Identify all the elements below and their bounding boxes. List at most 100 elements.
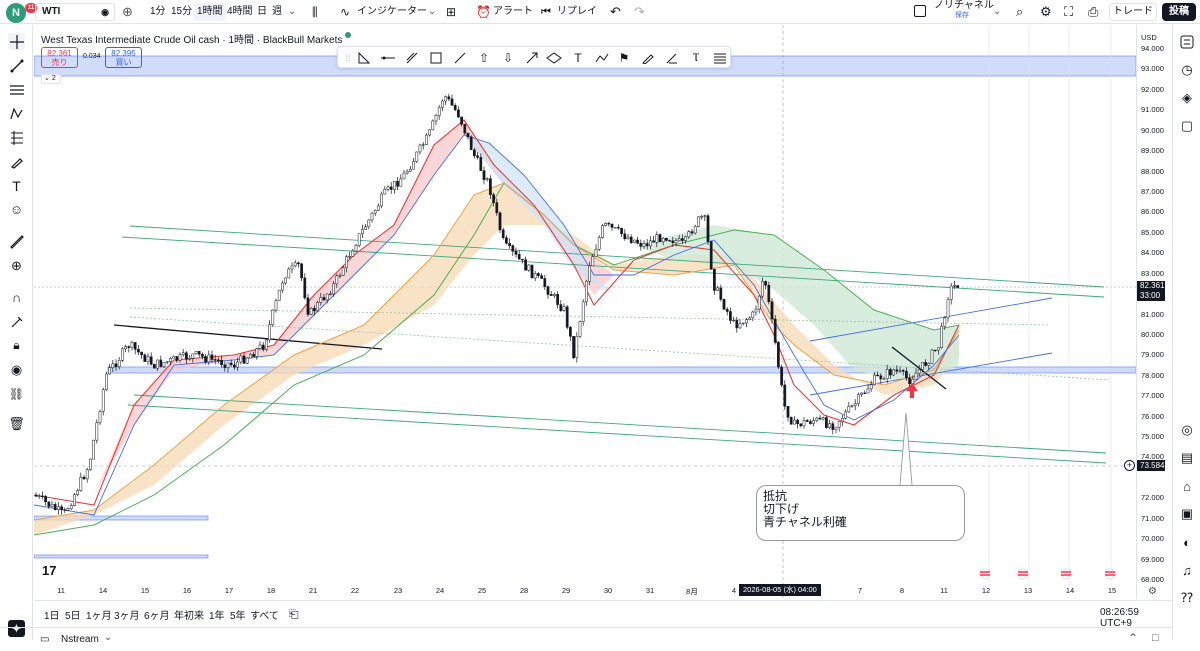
watchlist-icon[interactable]	[1178, 33, 1196, 51]
range-button[interactable]: 1年	[209, 607, 225, 622]
ruler-icon[interactable]	[8, 233, 25, 250]
text-tool-icon[interactable]: T	[8, 177, 25, 194]
add-symbol-icon[interactable]: ⊕	[122, 3, 133, 21]
search-icon[interactable]: ⌕	[1016, 3, 1023, 21]
replay-icon[interactable]: ⏮	[541, 3, 551, 21]
axis-settings-icon[interactable]: ⚙	[1148, 586, 1157, 597]
screener-icon[interactable]: ▣	[1178, 505, 1196, 523]
flag-icon[interactable]: ⚑	[616, 50, 632, 66]
pattern-icon[interactable]	[8, 105, 25, 122]
legend-collapse[interactable]: ⌄ 2	[41, 74, 61, 84]
range-button[interactable]: 5年	[230, 607, 246, 622]
camera-icon[interactable]: ⎙	[1088, 3, 1098, 21]
link-icon[interactable]: ⛓	[8, 385, 25, 402]
interval-4h[interactable]: 4時間	[227, 3, 253, 21]
interval-1d[interactable]: 日	[257, 3, 267, 21]
channel-lines[interactable]	[121, 225, 1110, 464]
layers-icon[interactable]: ◈	[1178, 89, 1196, 107]
panel-label[interactable]: Nstream	[61, 634, 99, 645]
arrow-up-icon[interactable]: ⇧	[476, 50, 492, 66]
polyline-icon[interactable]	[594, 50, 610, 66]
publish-button[interactable]: 投稿	[1162, 3, 1196, 21]
arrow-icon[interactable]	[524, 50, 540, 66]
text-cursor-icon[interactable]: Ⲧ	[688, 50, 704, 66]
trash-icon[interactable]: 🗑︎	[8, 415, 25, 432]
range-button[interactable]: すべて	[250, 607, 279, 622]
drag-handle-icon[interactable]: ⁞⁞	[340, 50, 356, 66]
note-callout[interactable]: 抵抗 切下げ 青チャネル利確	[756, 485, 965, 541]
alert-icon[interactable]: ⏰	[476, 3, 491, 21]
replay-button[interactable]: リプレイ	[557, 3, 597, 21]
interval-1m[interactable]: 1分	[150, 3, 166, 21]
zoom-in-icon[interactable]: ⊕	[8, 257, 25, 274]
chevron-up-icon[interactable]: ⌃	[1128, 631, 1138, 645]
lock-icon[interactable]: 🔒︎	[8, 337, 25, 354]
chart-pane[interactable]: 17	[33, 25, 1137, 599]
forecast-icon[interactable]	[8, 129, 25, 146]
range-button[interactable]: 6ヶ月	[144, 607, 170, 622]
hotlist-icon[interactable]: ◎	[1178, 421, 1196, 439]
chevron-down-icon[interactable]: ⌄	[104, 632, 112, 643]
support-zone-low2[interactable]	[33, 554, 209, 559]
clock-label[interactable]: 08:26:59 UTC+9	[1100, 607, 1172, 629]
interval-1h[interactable]: 1時間	[194, 3, 226, 21]
legend-eye-icon[interactable]	[345, 32, 351, 38]
range-button[interactable]: 1ヶ月	[86, 607, 112, 622]
highlighter-icon[interactable]	[664, 50, 680, 66]
ideas-icon[interactable]: ⌂	[1178, 477, 1196, 495]
brush-icon[interactable]	[8, 153, 25, 170]
interval-15m[interactable]: 15分	[171, 3, 192, 21]
fib-icon[interactable]	[8, 81, 25, 98]
indicators-button[interactable]: インジケーター	[357, 3, 427, 21]
path-icon[interactable]	[404, 50, 420, 66]
candle-type-icon[interactable]: ⫼	[312, 3, 318, 21]
fullscreen-icon[interactable]: ⛶	[1064, 3, 1073, 21]
alert-button[interactable]: アラート	[493, 3, 533, 21]
magnet-icon[interactable]: ∩	[8, 289, 25, 306]
chevron-down-icon[interactable]: ⌄	[993, 3, 1001, 21]
settings-icon[interactable]: ⚙	[1040, 3, 1052, 21]
streams-icon[interactable]: ◐	[1178, 533, 1196, 551]
panel-icon[interactable]: ▭	[40, 634, 49, 645]
layout-icon[interactable]	[914, 5, 926, 17]
maximize-icon[interactable]: □	[1152, 632, 1159, 644]
chevron-down-icon[interactable]: ⌄	[428, 3, 436, 21]
chevron-down-icon[interactable]: ⌄	[288, 3, 296, 21]
buy-button[interactable]: 82.395 買い	[105, 47, 142, 68]
range-button[interactable]: 年初来	[174, 607, 204, 622]
range-button[interactable]: 3ヶ月	[114, 607, 140, 622]
add-alert-icon[interactable]: +	[1124, 460, 1135, 471]
chat-icon[interactable]: ▢	[1178, 117, 1196, 135]
arrow-down-icon[interactable]: ⇩	[500, 50, 516, 66]
more-tools-icon[interactable]	[712, 50, 728, 66]
rectangle-icon[interactable]	[428, 50, 444, 66]
calendar-icon[interactable]: ▤	[1178, 449, 1196, 467]
event-flags[interactable]	[979, 568, 1116, 580]
date-range-icon[interactable]: ⎗	[289, 607, 299, 622]
alerts-clock-icon[interactable]: ◷	[1178, 61, 1196, 79]
ellipse-icon[interactable]	[546, 50, 562, 66]
lock-drawing-icon[interactable]	[8, 313, 25, 330]
indicators-icon[interactable]: ∿	[340, 3, 350, 21]
price-chart[interactable]: 17	[33, 25, 1137, 599]
range-button[interactable]: 5日	[65, 607, 81, 622]
trade-button[interactable]: トレード	[1109, 3, 1157, 21]
templates-icon[interactable]: ⊞	[446, 3, 456, 21]
time-axis[interactable]: 11 14 15 16 17 18 21 22 23 24 25 28 29 30 31 8月 4 7 8 11 12 1…	[34, 584, 1136, 598]
horizontal-ray-icon[interactable]	[380, 50, 396, 66]
triangle-ruler-icon[interactable]	[356, 50, 372, 66]
range-button[interactable]: 1日	[44, 607, 60, 622]
emoji-icon[interactable]: ☺	[8, 201, 25, 218]
symbol-search[interactable]: WTI ◉	[35, 3, 115, 21]
user-avatar[interactable]: N 11	[6, 3, 37, 23]
trendline-icon[interactable]	[8, 57, 25, 74]
brush-icon[interactable]	[640, 50, 656, 66]
price-axis[interactable]: USD 94.000 93.000 92.000 91.000 90.000 89.000…	[1136, 25, 1172, 599]
line-icon[interactable]	[452, 50, 468, 66]
notifications-icon[interactable]: ♫	[1178, 561, 1196, 579]
eye-icon[interactable]: ◉	[8, 361, 25, 378]
interval-1w[interactable]: 週	[272, 3, 282, 21]
text-icon[interactable]: T	[570, 50, 586, 66]
sell-button[interactable]: 82.361 売り	[41, 47, 78, 68]
undo-icon[interactable]: ↶	[610, 3, 621, 21]
